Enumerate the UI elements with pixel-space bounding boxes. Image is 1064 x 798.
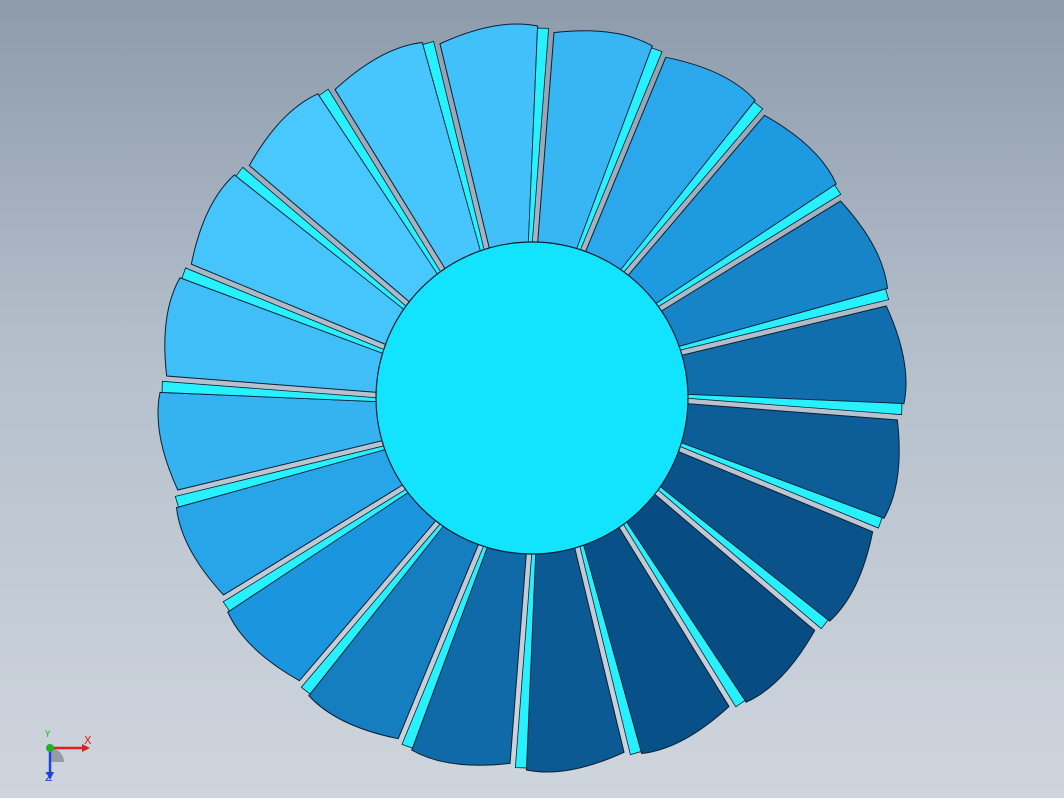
x-axis-label: X: [84, 734, 92, 747]
y-axis-dot: [46, 744, 54, 752]
impeller-model[interactable]: [0, 0, 1064, 798]
z-axis-label: Z: [45, 771, 53, 784]
hub-disc[interactable]: [375, 241, 689, 555]
axis-triad: X Y Z: [38, 728, 108, 788]
y-axis-label: Y: [45, 730, 51, 740]
graphics-viewport[interactable]: X Y Z: [0, 0, 1064, 798]
